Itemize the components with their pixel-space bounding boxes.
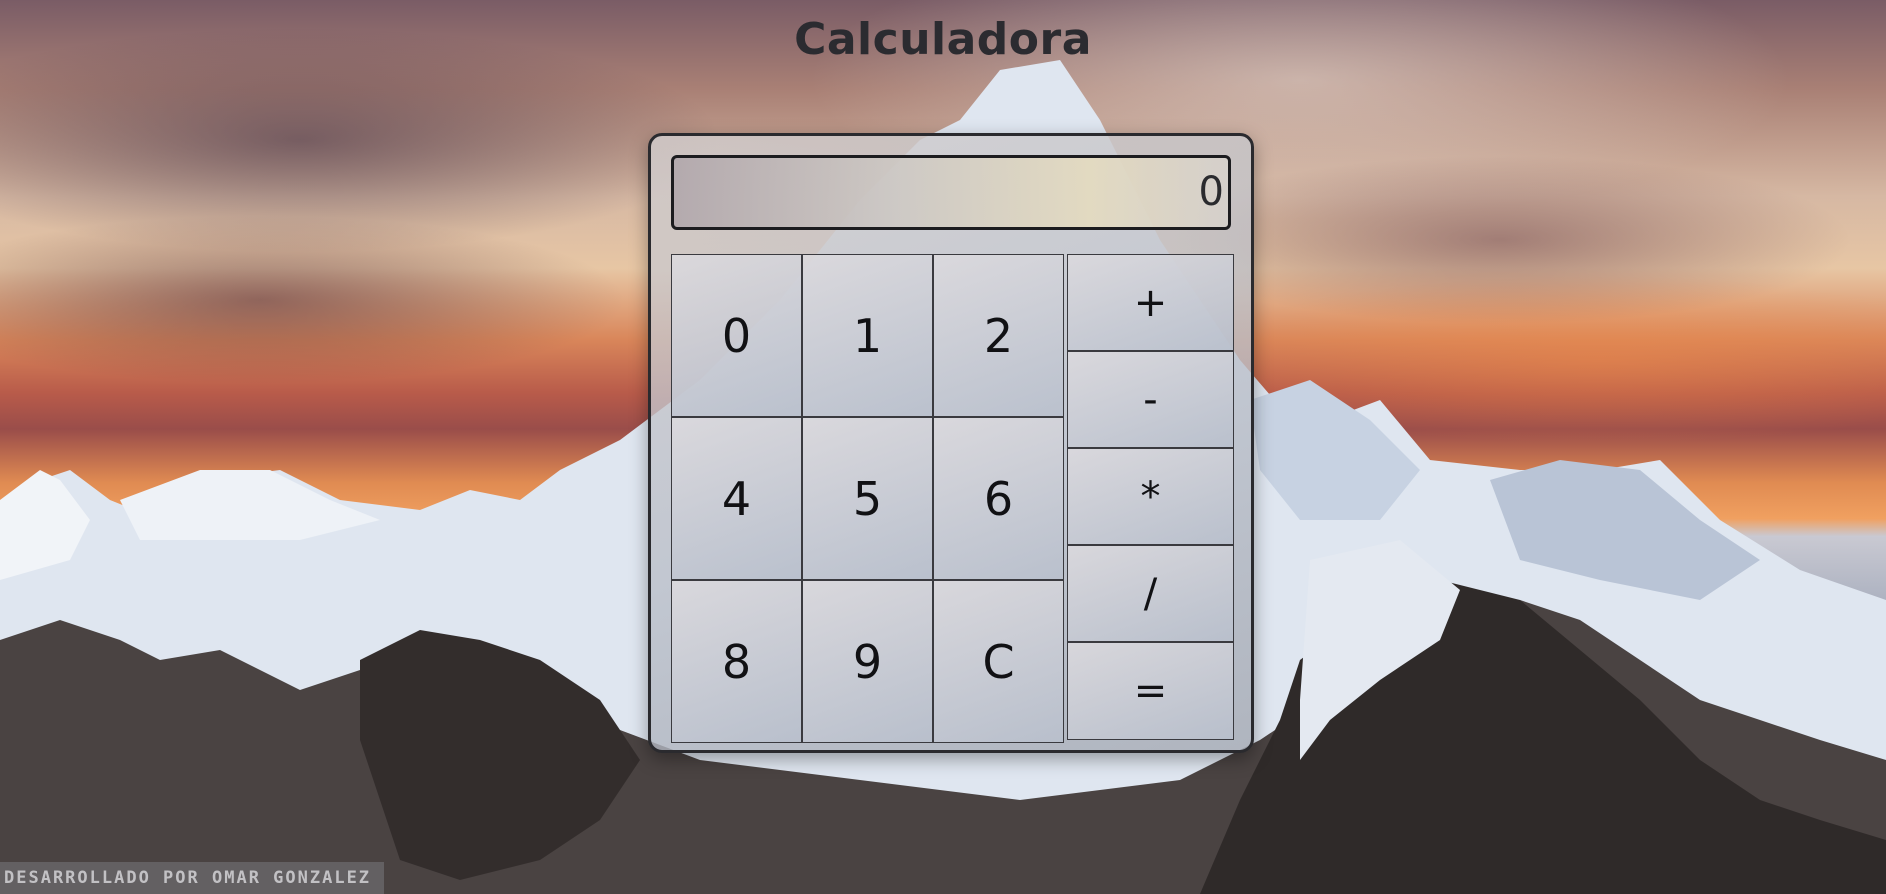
key-9[interactable]: 9	[802, 580, 933, 743]
background-scene: Calculadora 0 0 1 2 4 5 6 8 9 C + - * / …	[0, 0, 1886, 894]
key-0[interactable]: 0	[671, 254, 802, 417]
developer-credit: DESARROLLADO POR OMAR GONZALEZ	[0, 862, 384, 894]
page-title: Calculadora	[794, 14, 1092, 65]
calculator-panel: 0 0 1 2 4 5 6 8 9 C + - * / =	[648, 133, 1254, 753]
key-8[interactable]: 8	[671, 580, 802, 743]
calculator-keypad: 0 1 2 4 5 6 8 9 C + - * / =	[671, 254, 1234, 743]
divide-button[interactable]: /	[1067, 545, 1234, 642]
multiply-button[interactable]: *	[1067, 448, 1234, 545]
key-1[interactable]: 1	[802, 254, 933, 417]
clear-button[interactable]: C	[933, 580, 1064, 743]
key-2[interactable]: 2	[933, 254, 1064, 417]
key-5[interactable]: 5	[802, 417, 933, 580]
key-6[interactable]: 6	[933, 417, 1064, 580]
calculator-display: 0	[671, 155, 1231, 230]
equals-button[interactable]: =	[1067, 642, 1234, 740]
key-4[interactable]: 4	[671, 417, 802, 580]
subtract-button[interactable]: -	[1067, 351, 1234, 448]
add-button[interactable]: +	[1067, 254, 1234, 351]
